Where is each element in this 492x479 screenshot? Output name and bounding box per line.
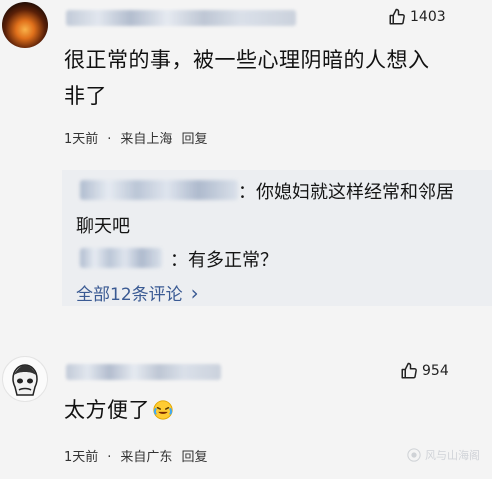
thumbs-up-icon <box>401 362 417 379</box>
like-button[interactable]: 1403 <box>388 8 446 26</box>
like-button[interactable]: 954 <box>400 362 449 380</box>
watermark: 风与山海阁 <box>407 447 480 463</box>
view-all-replies-label: 全部12条评论 <box>76 285 183 305</box>
comment-2: 954 太方便了 1天前 · 来自广东 回复 风与山海阁 <box>0 340 492 479</box>
avatar[interactable] <box>2 2 48 48</box>
crying-laughing-emoji-icon <box>153 400 173 420</box>
watermark-logo-icon <box>407 448 421 462</box>
comment-time: 1天前 <box>64 132 99 147</box>
avatar[interactable] <box>2 356 48 402</box>
comment-text: 很正常的事，被一些心理阴暗的人想入 非了 <box>64 42 492 114</box>
comment-meta: 1天前 · 来自广东 回复 <box>64 446 216 465</box>
reply-thread[interactable]: ：你媳妇就这样经常和邻居 聊天吧 ：有多正常？ 全部12条评论 › <box>62 170 492 306</box>
meme-face-avatar-icon <box>12 364 38 396</box>
comment-text-line-1: 很正常的事，被一些心理阴暗的人想入 <box>64 48 430 72</box>
reply-1-text-line-1: ：你媳妇就这样经常和邻居 <box>238 182 454 203</box>
comment-meta: 1天前 · 来自上海 回复 <box>64 128 216 147</box>
username-blurred[interactable] <box>66 364 221 380</box>
separator-dot: · <box>107 450 112 465</box>
comment-time: 1天前 <box>64 450 99 465</box>
reply-button[interactable]: 回复 <box>181 450 207 465</box>
comment-1: 1403 很正常的事，被一些心理阴暗的人想入 非了 1天前 · 来自上海 回复 ：你媳… <box>0 0 492 330</box>
comment-location: 来自广东 <box>120 450 173 465</box>
watermark-text: 风与山海阁 <box>425 449 480 462</box>
reply-1-username-blurred[interactable] <box>80 180 238 200</box>
reply-2-text: ：有多正常？ <box>170 250 278 271</box>
like-count: 954 <box>422 363 449 379</box>
username-blurred[interactable] <box>66 10 296 26</box>
reply-2-username-blurred[interactable] <box>80 248 162 268</box>
reply-1-text-line-2: 聊天吧 <box>76 216 130 237</box>
view-all-replies-link[interactable]: 全部12条评论 › <box>76 280 199 306</box>
comment-text-line-2: 非了 <box>64 84 107 108</box>
separator-dot: · <box>107 132 112 147</box>
like-count: 1403 <box>410 9 446 25</box>
comment-text-body: 太方便了 <box>64 398 150 422</box>
comment-location: 来自上海 <box>120 132 173 147</box>
reply-button[interactable]: 回复 <box>181 132 207 147</box>
comment-text: 太方便了 <box>64 392 174 428</box>
thumbs-up-icon <box>389 8 405 25</box>
chevron-right-icon: › <box>190 280 199 305</box>
